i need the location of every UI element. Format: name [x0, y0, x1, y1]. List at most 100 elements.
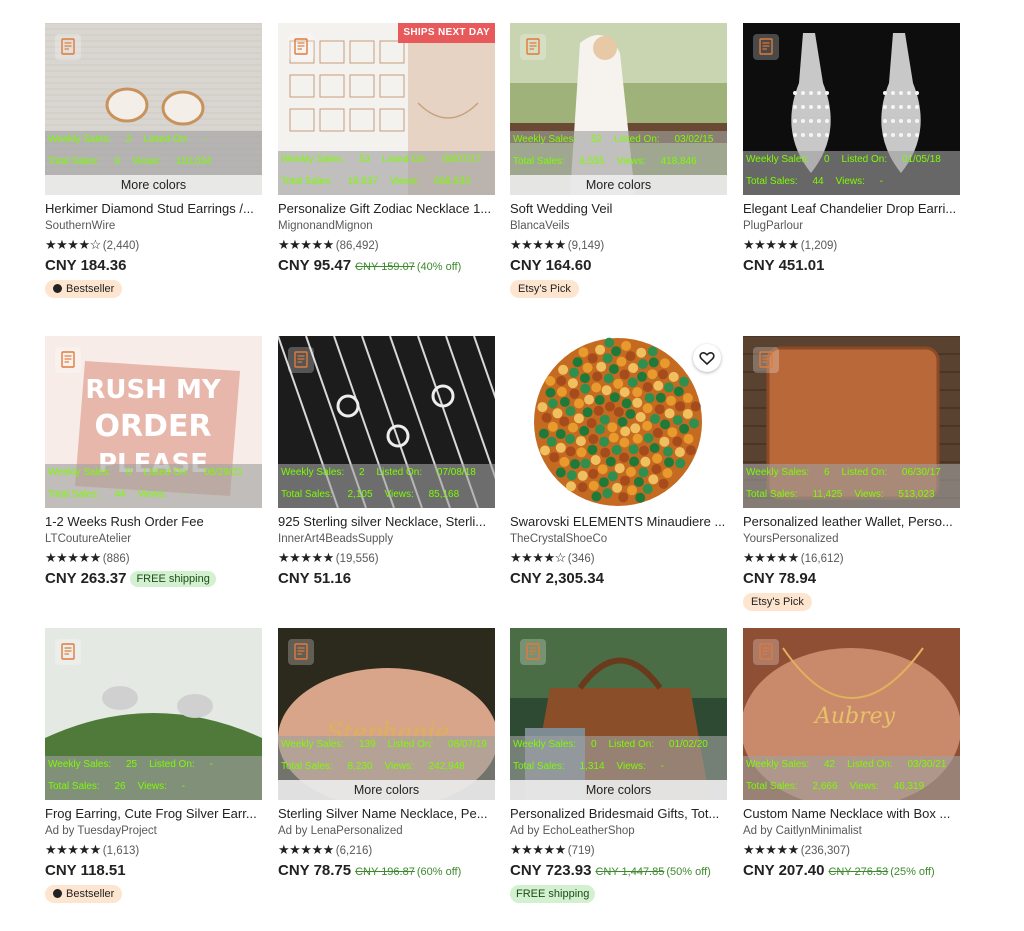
- product-title[interactable]: Elegant Leaf Chandelier Drop Earri...: [743, 201, 959, 217]
- listed-on-stat: Listed On: 06/29/21: [144, 467, 243, 478]
- more-colors-button[interactable]: More colors: [510, 175, 727, 195]
- rating-row: ★★★★★ (236,307): [743, 843, 961, 858]
- shop-name[interactable]: MignonandMignon: [278, 219, 496, 234]
- product-title[interactable]: Swarovski ELEMENTS Minaudiere ...: [510, 514, 726, 530]
- product-image[interactable]: [510, 336, 727, 508]
- product-image[interactable]: RUSH MYORDERPLEASEWeekly Sales: 0Listed …: [45, 336, 262, 508]
- product-title[interactable]: Herkimer Diamond Stud Earrings /...: [45, 201, 261, 217]
- total-sales-value: 6,555: [579, 156, 605, 167]
- total-sales-label: Total Sales:: [48, 156, 100, 167]
- bookmark-note-icon[interactable]: [288, 347, 314, 373]
- product-title[interactable]: Personalize Gift Zodiac Necklace 1...: [278, 201, 494, 217]
- shop-name[interactable]: SouthernWire: [45, 219, 263, 234]
- bookmark-note-icon[interactable]: [753, 639, 779, 665]
- product-card[interactable]: Swarovski ELEMENTS Minaudiere ... TheCrys…: [510, 336, 728, 588]
- discount-percent: (60% off): [416, 866, 462, 878]
- total-sales-value: 44: [812, 176, 824, 187]
- product-card[interactable]: Weekly Sales: 0 Listed On: 01/02/20 Total …: [510, 628, 728, 903]
- sales-stats-overlay: Weekly Sales: 2 Listed On: 07/08/18 Total …: [278, 464, 495, 508]
- rating-row: ★★★★☆ (346): [510, 551, 728, 566]
- product-card[interactable]: Stephanie Weekly Sales: 139 Listed On: 08/…: [278, 628, 496, 881]
- product-title[interactable]: Sterling Silver Name Necklace, Pe...: [278, 806, 494, 822]
- star-rating: ★★★★★: [510, 842, 566, 857]
- product-title[interactable]: 1-2 Weeks Rush Order Fee: [45, 514, 261, 530]
- shop-name[interactable]: YoursPersonalized: [743, 532, 961, 547]
- bookmark-note-icon[interactable]: [288, 639, 314, 665]
- bookmark-note-icon[interactable]: [288, 34, 314, 60]
- rating-row: ★★★★★ (9,149): [510, 238, 728, 253]
- bookmark-note-icon[interactable]: [55, 347, 81, 373]
- listed-on-value: 08/07/19: [448, 739, 487, 750]
- star-rating: ★★★★★: [743, 550, 799, 565]
- product-image[interactable]: Weekly Sales: 2 Listed On: - Total Sales: …: [45, 23, 262, 195]
- weekly-sales-stat: Weekly Sales: 2: [281, 467, 365, 478]
- product-card[interactable]: Weekly Sales: 25 Listed On: - Total Sales:…: [45, 628, 263, 903]
- more-colors-button[interactable]: More colors: [45, 175, 262, 195]
- weekly-sales-value: 25: [125, 759, 138, 770]
- rating-row: ★★★★★ (886): [45, 551, 263, 566]
- shop-name[interactable]: Ad by CaitlynMinimalist: [743, 824, 961, 839]
- product-card[interactable]: RUSH MYORDERPLEASEWeekly Sales: 0Listed …: [45, 336, 263, 588]
- product-title[interactable]: Custom Name Necklace with Box ...: [743, 806, 959, 822]
- views-value: -: [660, 761, 664, 772]
- views-stat: Views: -: [138, 489, 185, 500]
- shop-name[interactable]: InnerArt4BeadsSupply: [278, 532, 496, 547]
- product-title[interactable]: Soft Wedding Veil: [510, 201, 726, 217]
- listed-on-value: 06/30/17: [901, 467, 941, 478]
- shop-name[interactable]: PlugParlour: [743, 219, 961, 234]
- product-image[interactable]: Weekly Sales: 52 Listed On: 03/02/15 Total…: [510, 23, 727, 195]
- product-image[interactable]: Weekly Sales: 0 Listed On: 01/05/18 Total …: [743, 23, 960, 195]
- weekly-sales-label: Weekly Sales:: [48, 759, 112, 770]
- product-title[interactable]: Frog Earring, Cute Frog Silver Earr...: [45, 806, 261, 822]
- product-card[interactable]: Weekly Sales: 0 Listed On: 01/05/18 Total …: [743, 23, 961, 275]
- product-image[interactable]: Weekly Sales: 25 Listed On: - Total Sales:…: [45, 628, 262, 800]
- product-card[interactable]: SHIPS NEXT DAY Weekly Sales: 53 Listed On:…: [278, 23, 496, 276]
- bookmark-note-icon[interactable]: [753, 34, 779, 60]
- sales-stats-overlay: Weekly Sales: 0 Listed On: 01/02/20 Total …: [510, 736, 727, 780]
- review-count: (9,149): [567, 240, 605, 252]
- stats-line-total: Total Sales: 2,105 Views: 85,168: [281, 489, 459, 500]
- listed-on-stat: Listed On: 08/07/19: [388, 739, 487, 750]
- product-card[interactable]: Weekly Sales: 6 Listed On: 06/30/17 Total …: [743, 336, 961, 611]
- product-image[interactable]: SHIPS NEXT DAY Weekly Sales: 53 Listed On:…: [278, 23, 495, 195]
- weekly-sales-label: Weekly Sales:: [48, 467, 112, 478]
- shop-name[interactable]: BlancaVeils: [510, 219, 728, 234]
- product-title[interactable]: Personalized leather Wallet, Perso...: [743, 514, 959, 530]
- badge-label: Bestseller: [66, 888, 115, 900]
- more-colors-button[interactable]: More colors: [510, 780, 727, 800]
- bookmark-note-icon[interactable]: [520, 34, 546, 60]
- product-image[interactable]: Weekly Sales: 0 Listed On: 01/02/20 Total …: [510, 628, 727, 800]
- more-colors-button[interactable]: More colors: [278, 780, 495, 800]
- product-title[interactable]: Personalized Bridesmaid Gifts, Tot...: [510, 806, 726, 822]
- weekly-sales-stat: Weekly Sales: 0: [746, 154, 830, 165]
- total-sales-value: 26: [114, 781, 126, 792]
- stats-line-total: Total Sales: 44 Views: -: [746, 176, 883, 187]
- product-image[interactable]: Weekly Sales: 2 Listed On: 07/08/18 Total …: [278, 336, 495, 508]
- listed-on-value: 08/07/17: [442, 154, 482, 165]
- listed-on-label: Listed On:: [376, 467, 423, 478]
- product-card[interactable]: Aubrey Weekly Sales: 42 Listed On: 03/30/2…: [743, 628, 961, 881]
- total-sales-value: 44: [114, 489, 126, 500]
- listed-on-value: 03/30/21: [907, 759, 947, 770]
- heart-icon[interactable]: [693, 344, 721, 372]
- shop-name[interactable]: LTCoutureAtelier: [45, 532, 263, 547]
- product-card[interactable]: Weekly Sales: 2 Listed On: - Total Sales: …: [45, 23, 263, 298]
- product-title[interactable]: 925 Sterling silver Necklace, Sterli...: [278, 514, 494, 530]
- shop-name[interactable]: TheCrystalShoeCo: [510, 532, 728, 547]
- bookmark-note-icon[interactable]: [520, 639, 546, 665]
- bookmark-note-icon[interactable]: [55, 34, 81, 60]
- weekly-sales-stat: Weekly Sales: 2: [48, 134, 132, 145]
- shop-name[interactable]: Ad by TuesdayProject: [45, 824, 263, 839]
- weekly-sales-label: Weekly Sales:: [513, 134, 577, 145]
- bookmark-note-icon[interactable]: [753, 347, 779, 373]
- bookmark-note-icon[interactable]: [55, 639, 81, 665]
- weekly-sales-label: Weekly Sales:: [281, 739, 345, 750]
- product-image[interactable]: Aubrey Weekly Sales: 42 Listed On: 03/30/2…: [743, 628, 960, 800]
- original-price: CNY 1,447.85: [595, 866, 665, 878]
- shop-name[interactable]: Ad by EchoLeatherShop: [510, 824, 728, 839]
- product-image[interactable]: Stephanie Weekly Sales: 139 Listed On: 08/…: [278, 628, 495, 800]
- shop-name[interactable]: Ad by LenaPersonalized: [278, 824, 496, 839]
- product-image[interactable]: Weekly Sales: 6 Listed On: 06/30/17 Total …: [743, 336, 960, 508]
- product-card[interactable]: Weekly Sales: 52 Listed On: 03/02/15 Total…: [510, 23, 728, 298]
- product-card[interactable]: Weekly Sales: 2 Listed On: 07/08/18 Total …: [278, 336, 496, 588]
